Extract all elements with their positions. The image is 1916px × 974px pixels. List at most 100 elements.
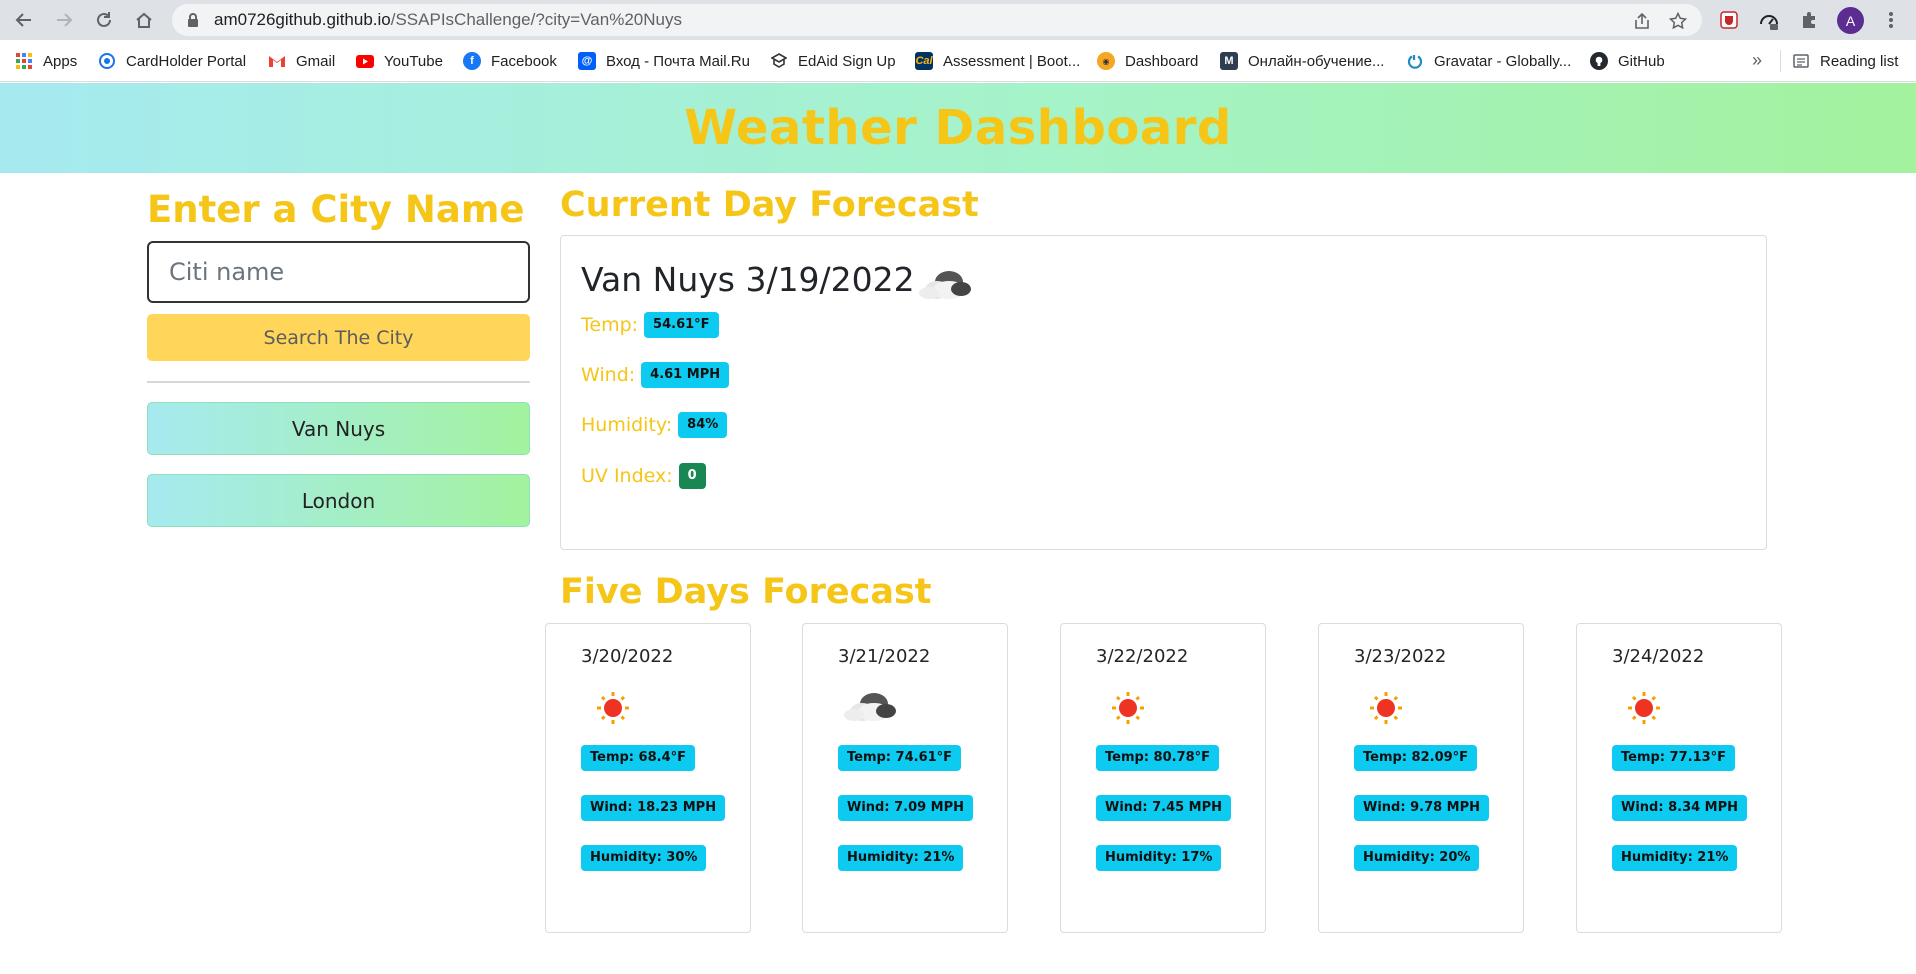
- address-bar[interactable]: am0726github.github.io/SSAPIsChallenge/?…: [172, 4, 1702, 36]
- current-wind-row: Wind: 4.61 MPH: [581, 362, 730, 388]
- url-text[interactable]: am0726github.github.io/SSAPIsChallenge/?…: [214, 4, 682, 36]
- forecast-date: 3/21/2022: [838, 646, 931, 667]
- forecast-temp-badge: Temp: 68.4°F: [581, 745, 695, 771]
- bookmark-gravatar[interactable]: Gravatar - Globally...: [1406, 40, 1571, 82]
- reload-icon[interactable]: [92, 8, 116, 32]
- bookmark-cardholder-portal[interactable]: CardHolder Portal: [98, 40, 246, 82]
- history-city-button[interactable]: London: [147, 474, 530, 527]
- cloud-icon: [915, 266, 973, 307]
- uv-badge: 0: [678, 463, 706, 489]
- current-temp-row: Temp: 54.61°F: [581, 312, 719, 338]
- current-forecast-card: Van Nuys 3/19/2022 Temp: 54.61°F Wind: 4…: [560, 235, 1767, 550]
- humidity-badge: 84%: [678, 412, 728, 438]
- current-city-date: Van Nuys 3/19/2022: [581, 260, 915, 299]
- apps-grid-icon: [15, 52, 33, 70]
- bookmark-label: Assessment | Boot...: [943, 52, 1081, 70]
- forecast-temp-badge: Temp: 77.13°F: [1612, 745, 1736, 771]
- search-section-title: Enter a City Name: [147, 188, 525, 231]
- gmail-icon: [268, 52, 286, 70]
- dashboard-icon: ◉: [1097, 52, 1115, 70]
- profile-avatar[interactable]: A: [1837, 7, 1864, 34]
- bookmark-dashboard[interactable]: ◉ Dashboard: [1097, 40, 1198, 82]
- forecast-date: 3/22/2022: [1096, 646, 1189, 667]
- forecast-day-card: 3/22/2022 Temp: 80.78°F Wind: 7.45 MPH H…: [1060, 623, 1266, 933]
- reading-list-label: Reading list: [1820, 52, 1899, 70]
- extensions-puzzle-icon[interactable]: [1798, 9, 1820, 31]
- forecast-wind-badge: Wind: 18.23 MPH: [581, 795, 726, 821]
- youtube-icon: [356, 52, 374, 70]
- bookmark-edaid[interactable]: EdAid Sign Up: [770, 40, 896, 82]
- bookmark-label: YouTube: [384, 52, 443, 70]
- bookmark-label: Facebook: [491, 52, 557, 70]
- m-icon: M: [1220, 52, 1238, 70]
- current-humidity-row: Humidity: 84%: [581, 412, 728, 438]
- bookmark-mailru[interactable]: @ Вход - Почта Mail.Ru: [578, 40, 750, 82]
- cloud-icon: [838, 686, 902, 726]
- performance-gauge-icon[interactable]: [1758, 9, 1780, 31]
- forecast-day-card: 3/21/2022 Temp: 74.61°F Wind: 7.09 MPH H…: [802, 623, 1008, 933]
- forecast-temp-badge: Temp: 80.78°F: [1096, 745, 1220, 771]
- mailru-icon: @: [578, 52, 596, 70]
- facebook-icon: f: [463, 52, 481, 70]
- lock-icon[interactable]: [186, 12, 200, 33]
- bookmark-gmail[interactable]: Gmail: [268, 40, 335, 82]
- bookmark-star-icon[interactable]: [1668, 11, 1688, 31]
- bookmark-label: Apps: [43, 52, 78, 70]
- cardholder-icon: [98, 52, 116, 70]
- bookmark-label: Онлайн-обучение...: [1248, 52, 1385, 70]
- wind-badge: 4.61 MPH: [641, 362, 730, 388]
- page-header: Weather Dashboard: [0, 83, 1916, 173]
- bookmark-label: Dashboard: [1125, 52, 1199, 70]
- forecast-humidity-badge: Humidity: 21%: [838, 845, 964, 871]
- home-icon[interactable]: [132, 8, 156, 32]
- github-icon: [1590, 52, 1608, 70]
- reading-list-icon: [1792, 52, 1810, 70]
- current-forecast-title: Current Day Forecast: [560, 185, 979, 225]
- forward-arrow-icon[interactable]: [52, 8, 76, 32]
- forecast-day-card: 3/20/2022 Temp: 68.4°F Wind: 18.23 MPH H…: [545, 623, 751, 933]
- five-day-title: Five Days Forecast: [560, 572, 932, 612]
- bookmark-assessment[interactable]: Cal Assessment | Boot...: [915, 40, 1080, 82]
- berkeley-icon: Cal: [915, 52, 933, 70]
- edaid-icon: [770, 52, 788, 70]
- wind-label: Wind:: [581, 364, 636, 386]
- forecast-wind-badge: Wind: 7.09 MPH: [838, 795, 974, 821]
- bookmarks-overflow-icon[interactable]: »: [1752, 50, 1762, 71]
- humidity-label: Humidity:: [581, 414, 673, 436]
- forecast-humidity-badge: Humidity: 17%: [1096, 845, 1222, 871]
- bookmark-online-learning[interactable]: M Онлайн-обучение...: [1220, 40, 1384, 82]
- forecast-wind-badge: Wind: 7.45 MPH: [1096, 795, 1232, 821]
- city-search-input[interactable]: [147, 241, 530, 303]
- sun-icon: [1096, 686, 1160, 726]
- forecast-humidity-badge: Humidity: 21%: [1612, 845, 1738, 871]
- bookmark-label: CardHolder Portal: [126, 52, 247, 70]
- bookmarks-divider: [1780, 50, 1781, 72]
- sun-icon: [581, 686, 645, 726]
- sun-icon: [1612, 686, 1676, 726]
- back-arrow-icon[interactable]: [12, 8, 36, 32]
- bookmark-apps[interactable]: Apps: [15, 40, 77, 82]
- current-uv-row: UV Index: 0: [581, 463, 706, 489]
- bookmark-label: EdAid Sign Up: [798, 52, 896, 70]
- share-icon[interactable]: [1632, 11, 1652, 31]
- gravatar-icon: [1406, 52, 1424, 70]
- search-city-button[interactable]: Search The City: [147, 314, 530, 361]
- reading-list-button[interactable]: Reading list: [1792, 40, 1898, 82]
- extension-shield-icon[interactable]: [1718, 9, 1740, 31]
- forecast-humidity-badge: Humidity: 30%: [581, 845, 707, 871]
- bookmark-facebook[interactable]: f Facebook: [463, 40, 557, 82]
- uv-label: UV Index:: [581, 465, 673, 487]
- bookmark-github[interactable]: GitHub: [1590, 40, 1665, 82]
- bookmarks-bar: Apps CardHolder Portal Gmail YouTube f F…: [0, 40, 1916, 82]
- browser-toolbar: am0726github.github.io/SSAPIsChallenge/?…: [0, 0, 1916, 40]
- temp-label: Temp:: [581, 314, 639, 336]
- history-city-button[interactable]: Van Nuys: [147, 402, 530, 455]
- bookmark-youtube[interactable]: YouTube: [356, 40, 443, 82]
- forecast-temp-badge: Temp: 74.61°F: [838, 745, 962, 771]
- kebab-menu-icon[interactable]: [1884, 8, 1898, 32]
- forecast-day-card: 3/24/2022 Temp: 77.13°F Wind: 8.34 MPH H…: [1576, 623, 1782, 933]
- bookmark-label: Gravatar - Globally...: [1434, 52, 1572, 70]
- page-title: Weather Dashboard: [684, 100, 1232, 156]
- search-divider: [147, 381, 530, 383]
- sun-icon: [1354, 686, 1418, 726]
